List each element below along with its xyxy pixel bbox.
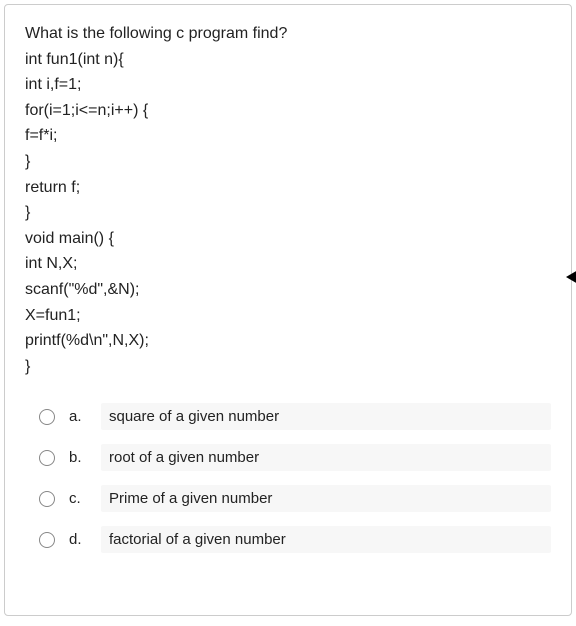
- code-line: }: [25, 200, 551, 226]
- radio-icon[interactable]: [39, 450, 55, 466]
- code-line: return f;: [25, 175, 551, 201]
- nav-arrow-icon[interactable]: [560, 268, 576, 286]
- code-line: int N,X;: [25, 251, 551, 277]
- option-letter: a.: [69, 408, 87, 425]
- option-b[interactable]: b. root of a given number: [39, 444, 551, 471]
- code-line: }: [25, 149, 551, 175]
- option-text: root of a given number: [101, 444, 551, 471]
- option-letter: b.: [69, 449, 87, 466]
- code-line: int fun1(int n){: [25, 47, 551, 73]
- code-line: printf(%d\n",N,X);: [25, 328, 551, 354]
- option-text: factorial of a given number: [101, 526, 551, 553]
- code-line: f=f*i;: [25, 123, 551, 149]
- code-line: X=fun1;: [25, 303, 551, 329]
- radio-icon[interactable]: [39, 491, 55, 507]
- code-line: scanf("%d",&N);: [25, 277, 551, 303]
- code-line: for(i=1;i<=n;i++) {: [25, 98, 551, 124]
- code-line: void main() {: [25, 226, 551, 252]
- option-d[interactable]: d. factorial of a given number: [39, 526, 551, 553]
- code-line: }: [25, 354, 551, 380]
- option-c[interactable]: c. Prime of a given number: [39, 485, 551, 512]
- option-text: square of a given number: [101, 403, 551, 430]
- question-text: What is the following c program find? in…: [25, 21, 551, 379]
- options-group: a. square of a given number b. root of a…: [25, 403, 551, 553]
- option-letter: c.: [69, 490, 87, 507]
- option-a[interactable]: a. square of a given number: [39, 403, 551, 430]
- question-card: What is the following c program find? in…: [4, 4, 572, 616]
- option-text: Prime of a given number: [101, 485, 551, 512]
- code-line: What is the following c program find?: [25, 21, 551, 47]
- radio-icon[interactable]: [39, 532, 55, 548]
- option-letter: d.: [69, 531, 87, 548]
- radio-icon[interactable]: [39, 409, 55, 425]
- code-line: int i,f=1;: [25, 72, 551, 98]
